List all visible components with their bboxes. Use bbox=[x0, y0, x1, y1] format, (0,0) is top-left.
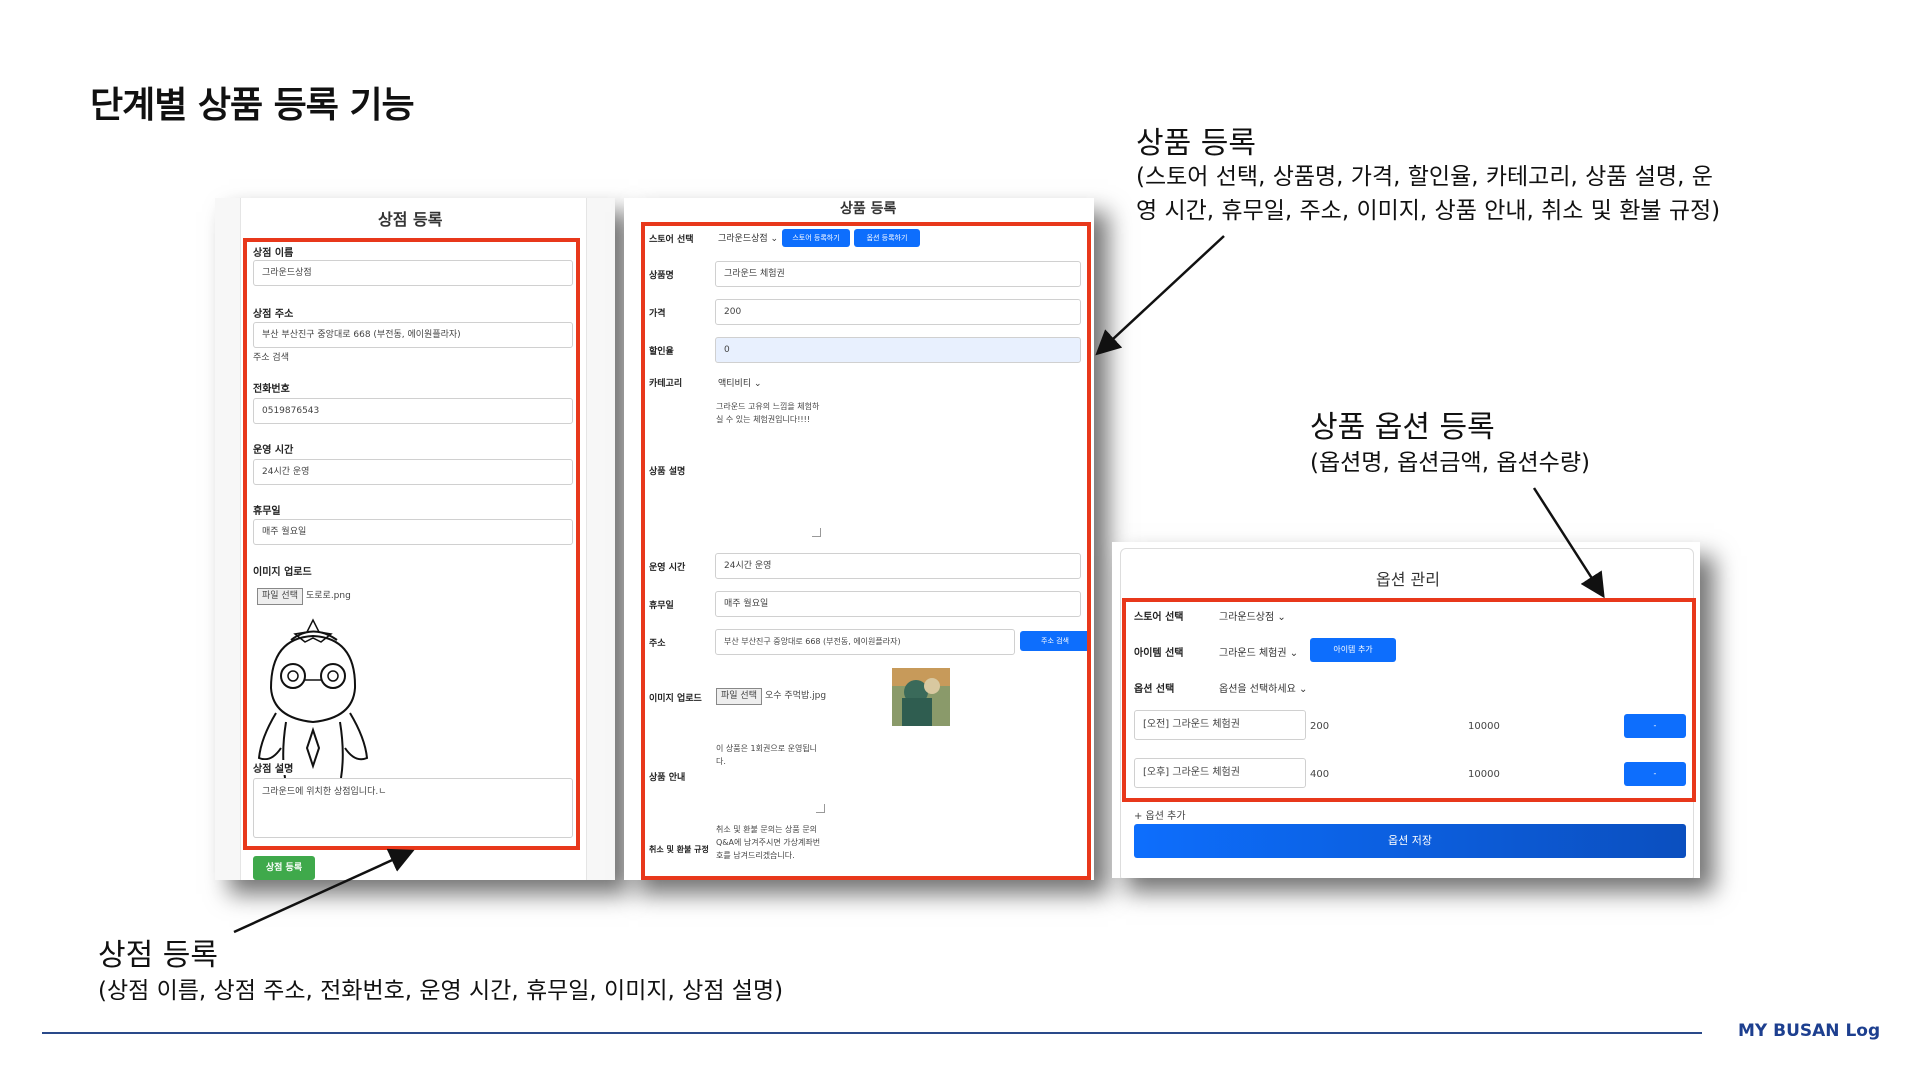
store-arrow bbox=[233, 848, 415, 934]
footer-divider bbox=[42, 1032, 1702, 1034]
annotation-arrows bbox=[233, 235, 1605, 934]
product-arrow bbox=[1095, 235, 1225, 356]
option-arrow bbox=[1532, 487, 1605, 599]
brand-logo-text: MY BUSAN Log bbox=[1738, 1021, 1881, 1041]
